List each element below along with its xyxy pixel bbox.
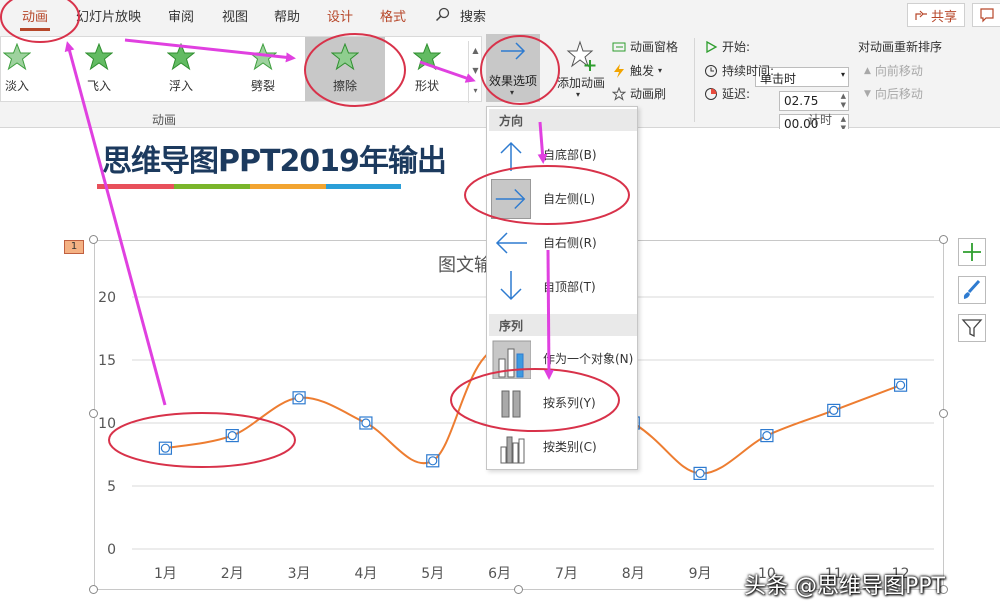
highlight-ellipse (480, 35, 560, 105)
annotation-arrow (543, 249, 554, 380)
highlight-ellipse (0, 0, 80, 43)
annotation-arrow (537, 121, 548, 164)
highlight-ellipse (304, 33, 406, 107)
annotation-overlay (0, 0, 630, 468)
highlight-ellipse (464, 165, 630, 225)
watermark: 头条 @思维导图PPT (744, 574, 945, 599)
annotation-arrow (124, 38, 296, 63)
annotation-arrow (64, 41, 167, 406)
highlight-ellipse (450, 368, 620, 432)
highlight-ellipse (108, 412, 296, 468)
annotation-arrow (419, 60, 476, 83)
